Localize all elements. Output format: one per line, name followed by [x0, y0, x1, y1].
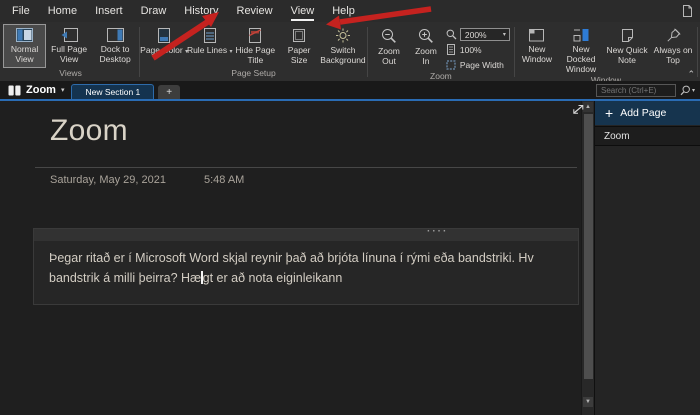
- menu-file[interactable]: File: [3, 0, 39, 22]
- add-page-button[interactable]: + Add Page: [595, 101, 700, 125]
- page-title[interactable]: Zoom: [50, 114, 128, 148]
- page-date-row: Saturday, May 29, 2021 5:48 AM: [50, 174, 244, 186]
- page-setup-buttons: Page Color ▾ Rule Lines ▾ Hide Page Titl…: [140, 23, 367, 68]
- views-buttons: Normal View Full Page View Dock to Deskt…: [2, 23, 139, 68]
- pushpin-icon: [666, 28, 681, 43]
- page-list-item-zoom[interactable]: Zoom: [595, 126, 700, 146]
- menu-draw[interactable]: Draw: [132, 0, 176, 22]
- new-quick-note-icon: [620, 28, 635, 43]
- menu-bar: File Home Insert Draw History Review Vie…: [0, 0, 700, 22]
- note-text-line-1: Þegar ritað er í Microsoft Word skjal re…: [49, 248, 576, 268]
- views-group-label: Views: [2, 68, 139, 81]
- rule-lines-icon: [203, 28, 217, 43]
- zoom-combo-row: 200% ▾: [446, 28, 510, 41]
- new-quick-note-button[interactable]: New Quick Note: [604, 24, 650, 75]
- normal-view-button[interactable]: Normal View: [3, 24, 46, 68]
- zoom-level-value: 200%: [465, 30, 487, 40]
- note-text-container[interactable]: ···· Þegar ritað er í Microsoft Word skj…: [33, 228, 579, 305]
- search-icon: [680, 85, 691, 96]
- notebook-name: Zoom: [26, 84, 56, 96]
- window-buttons: New Window New Docked Window New Quick N…: [515, 23, 697, 75]
- note-text[interactable]: Þegar ritað er í Microsoft Word skjal re…: [34, 241, 578, 288]
- normal-view-icon: [16, 28, 33, 42]
- hide-page-title-icon: [248, 28, 262, 43]
- document-icon: [682, 4, 693, 18]
- ribbon: Normal View Full Page View Dock to Deskt…: [0, 22, 700, 81]
- notebook-switcher[interactable]: Zoom ▾: [0, 81, 71, 99]
- menu-history[interactable]: History: [175, 0, 227, 22]
- zoom-100-button[interactable]: 100%: [446, 43, 510, 56]
- magnifier-icon: [446, 29, 457, 40]
- new-docked-window-button[interactable]: New Docked Window: [558, 24, 604, 75]
- pages-panel: + Add Page Zoom: [594, 101, 700, 415]
- scroll-down-button[interactable]: ▼: [583, 397, 593, 407]
- menu-help[interactable]: Help: [323, 0, 364, 22]
- plus-icon: +: [605, 106, 613, 120]
- ribbon-divider: [697, 27, 698, 77]
- dock-to-desktop-icon: [107, 28, 124, 42]
- collapse-ribbon-chevron-icon[interactable]: ⌃: [687, 70, 695, 79]
- page-color-button[interactable]: Page Color ▾: [141, 24, 187, 68]
- dropdown-caret-icon: ▾: [503, 31, 506, 38]
- section-tab-new-section-1[interactable]: New Section 1: [71, 84, 154, 99]
- zoom-level-combobox[interactable]: 200% ▾: [460, 28, 510, 41]
- scrollbar-thumb[interactable]: [584, 114, 593, 379]
- document-100-icon: [446, 44, 456, 55]
- page-color-icon: [157, 28, 171, 43]
- search-button[interactable]: ▾: [680, 85, 695, 96]
- zoom-in-icon: [418, 28, 434, 44]
- menu-view[interactable]: View: [282, 0, 324, 22]
- new-window-button[interactable]: New Window: [516, 24, 558, 75]
- page-width-icon: [446, 60, 456, 70]
- menu-insert[interactable]: Insert: [86, 0, 132, 22]
- search-area: ▾: [596, 84, 695, 97]
- plus-icon: +: [166, 87, 172, 98]
- full-page-view-icon: [61, 28, 78, 42]
- always-on-top-button[interactable]: Always on Top: [650, 24, 696, 75]
- zoom-controls: 200% ▾ 100% Page Width: [443, 24, 513, 71]
- hide-page-title-button[interactable]: Hide Page Title: [232, 24, 278, 68]
- page-width-button[interactable]: Page Width: [446, 58, 510, 71]
- page-setup-group-label: Page Setup: [140, 68, 367, 81]
- notebook-icon: [8, 85, 21, 96]
- notebook-caret-icon: ▾: [61, 86, 65, 94]
- page-date: Saturday, May 29, 2021: [50, 174, 166, 186]
- switch-background-icon: [335, 28, 351, 43]
- dock-to-desktop-button[interactable]: Dock to Desktop: [92, 24, 138, 68]
- switch-background-button[interactable]: Switch Background: [320, 24, 366, 68]
- search-input[interactable]: [596, 84, 676, 97]
- zoom-out-button[interactable]: Zoom Out: [369, 24, 409, 71]
- menu-home[interactable]: Home: [39, 0, 86, 22]
- page-canvas[interactable]: Zoom Saturday, May 29, 2021 5:48 AM ····…: [0, 101, 581, 415]
- page-time: 5:48 AM: [204, 174, 244, 186]
- note-text-line-2: bandstrik á milli þeirra? Hægt er að not…: [49, 268, 576, 288]
- title-divider: [35, 167, 577, 168]
- grip-dots-icon: ····: [427, 226, 448, 237]
- new-window-icon: [528, 28, 545, 42]
- paper-size-icon: [292, 28, 306, 43]
- zoom-in-button[interactable]: Zoom In: [409, 24, 443, 71]
- vertical-scrollbar[interactable]: ▲ ▼: [581, 101, 594, 415]
- search-scope-caret-icon: ▾: [692, 87, 695, 94]
- zoom-out-icon: [381, 28, 397, 44]
- expand-page-icon[interactable]: [570, 103, 587, 116]
- ribbon-group-views: Normal View Full Page View Dock to Deskt…: [2, 23, 139, 81]
- ribbon-group-window: New Window New Docked Window New Quick N…: [515, 23, 697, 81]
- new-docked-window-icon: [573, 28, 590, 42]
- add-section-button[interactable]: +: [158, 85, 180, 99]
- zoom-buttons: Zoom Out Zoom In 200% ▾: [368, 23, 514, 71]
- note-container-grip[interactable]: ····: [34, 229, 578, 241]
- ribbon-group-page-setup: Page Color ▾ Rule Lines ▾ Hide Page Titl…: [140, 23, 367, 81]
- notebook-bar: Zoom ▾ New Section 1 + ▾: [0, 81, 700, 99]
- rule-lines-button[interactable]: Rule Lines ▾: [187, 24, 232, 68]
- menu-review[interactable]: Review: [228, 0, 282, 22]
- ribbon-group-zoom: Zoom Out Zoom In 200% ▾: [368, 23, 514, 81]
- full-page-view-button[interactable]: Full Page View: [46, 24, 92, 68]
- paper-size-button[interactable]: Paper Size: [278, 24, 320, 68]
